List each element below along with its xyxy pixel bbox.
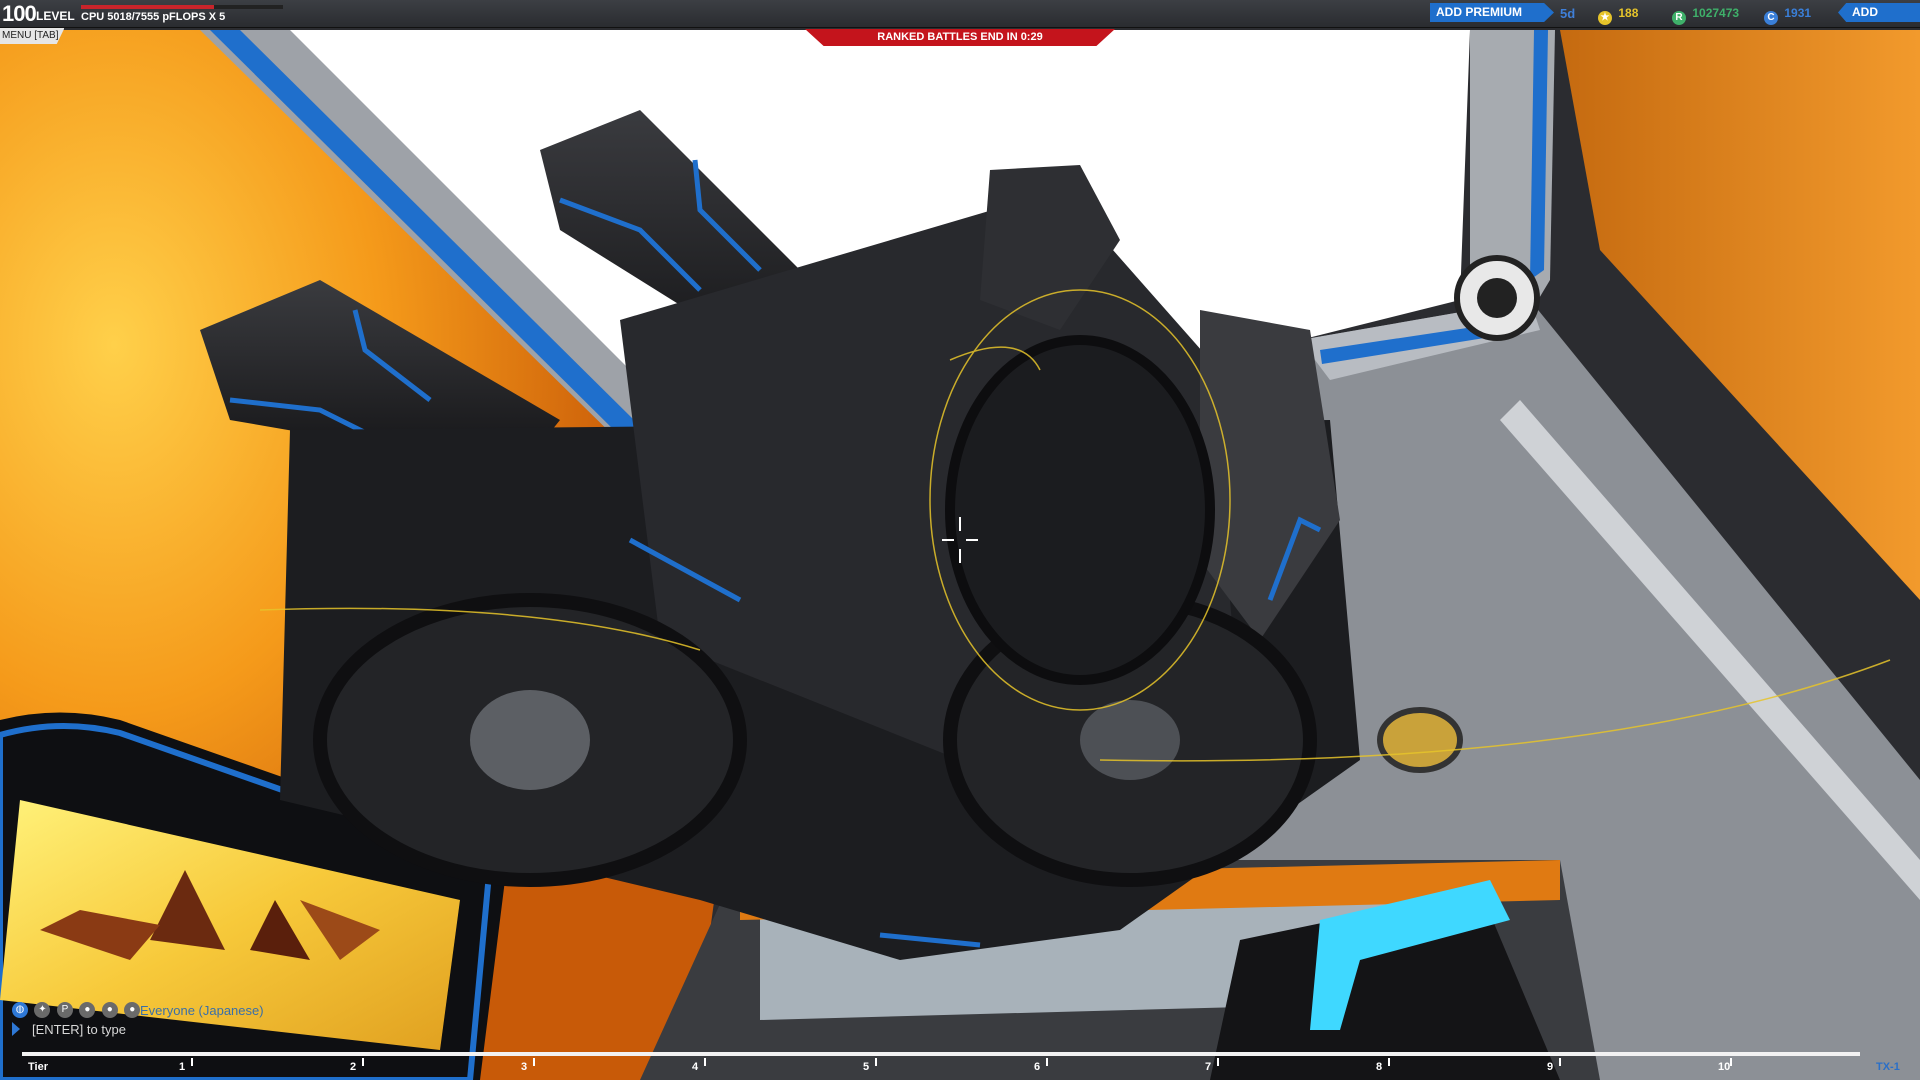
tier-tick-mark: [533, 1058, 535, 1066]
tier-tick-mark: [1217, 1058, 1219, 1066]
tier-tick-mark: [191, 1058, 193, 1066]
star-icon: ★: [1598, 11, 1612, 25]
stars-counter[interactable]: ★ 188: [1598, 6, 1638, 25]
tier-tick-label: 8: [1376, 1061, 1383, 1073]
tier-progress-line: [22, 1052, 1860, 1056]
tier-tick-label: 5: [863, 1061, 870, 1073]
ranked-battles-banner: RANKED BATTLES END IN 0:29: [805, 29, 1115, 46]
tier-tick-label: 6: [1034, 1061, 1041, 1073]
tier-tick-mark: [1388, 1058, 1390, 1066]
tier-tick-mark: [362, 1058, 364, 1066]
chat-channel-icons: ◍ ✦ P ● ● ●: [12, 1002, 142, 1020]
clan-icon[interactable]: ●: [124, 1002, 141, 1018]
cosmetic-credits-value: 1931: [1784, 6, 1812, 20]
chat-arrow-icon: [12, 1022, 20, 1036]
tier-tick-mark: [1046, 1058, 1048, 1066]
chat-channel-label[interactable]: Everyone (Japanese): [140, 1003, 264, 1018]
tier-tick-mark: [1730, 1058, 1732, 1066]
tier-end-label: TX-1: [1876, 1061, 1900, 1073]
tier-tick-label: 10: [1718, 1061, 1731, 1073]
premium-days-remaining: 5d: [1560, 6, 1576, 21]
tier-tick-label: 7: [1205, 1061, 1212, 1073]
tier-tick-label: 4: [692, 1061, 699, 1073]
party-icon[interactable]: P: [56, 1002, 73, 1018]
robits-icon: R: [1672, 11, 1686, 25]
add-funds-button[interactable]: ADD FUNDS: [1838, 3, 1920, 22]
level-number: 100: [2, 1, 37, 26]
robits-counter[interactable]: R 1027473: [1672, 6, 1739, 25]
tier-start-label: Tier: [28, 1061, 48, 1073]
cpu-readout: CPU 5018/7555 pFLOPS X 5: [81, 11, 226, 23]
add-premium-button[interactable]: ADD PREMIUM: [1430, 3, 1554, 22]
level-label: LEVEL: [36, 9, 75, 23]
friends-icon[interactable]: ●: [101, 1002, 118, 1018]
globe-icon[interactable]: ◍: [12, 1002, 28, 1018]
tier-tick-label: 9: [1547, 1061, 1554, 1073]
chat-input[interactable]: [ENTER] to type: [12, 1020, 302, 1038]
tier-tick-label: 1: [179, 1061, 186, 1073]
tier-tick-label: 2: [350, 1061, 357, 1073]
stars-value: 188: [1618, 6, 1639, 20]
tier-tick-mark: [704, 1058, 706, 1066]
cosmetic-credits-icon: C: [1764, 11, 1778, 25]
tier-tick-mark: [1559, 1058, 1561, 1066]
compass-icon[interactable]: ✦: [34, 1002, 51, 1018]
crosshair-icon: [942, 517, 978, 563]
menu-tab-button[interactable]: MENU [TAB]: [0, 28, 65, 44]
player-icon[interactable]: ●: [79, 1002, 96, 1018]
chat-placeholder: [ENTER] to type: [32, 1022, 126, 1037]
tier-tick-label: 3: [521, 1061, 528, 1073]
top-bar: 100 LEVEL CPU 5018/7555 pFLOPS X 5 ADD P…: [0, 0, 1920, 28]
cpu-bar-fill: [81, 5, 215, 9]
cosmetic-credits-counter[interactable]: C 1931: [1764, 6, 1811, 25]
cpu-bar: [81, 5, 283, 9]
tier-tick-mark: [875, 1058, 877, 1066]
robits-value: 1027473: [1692, 6, 1740, 20]
